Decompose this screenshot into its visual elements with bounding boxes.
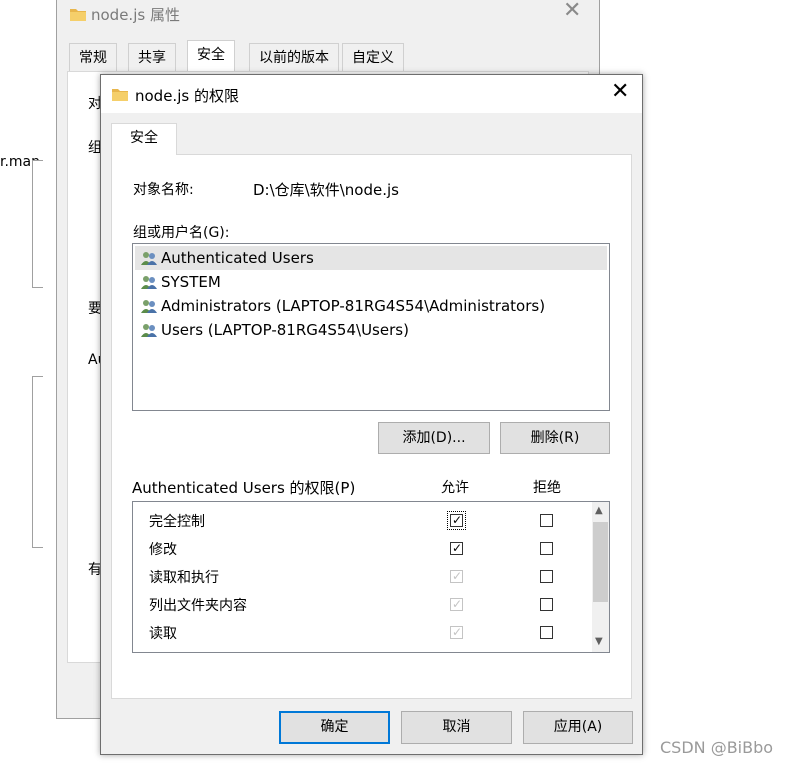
permission-name: 列出文件夹内容 [149, 598, 247, 614]
table-row: 读取 ✓ [133, 618, 589, 646]
permission-name: 读取和执行 [149, 570, 219, 586]
tab-previous-versions[interactable]: 以前的版本 [249, 43, 339, 72]
table-row: 完全控制 ✓ [133, 506, 589, 534]
list-item[interactable]: Authenticated Users [135, 246, 607, 270]
remove-button[interactable]: 删除(R) [500, 422, 610, 454]
list-item-label: SYSTEM [161, 273, 221, 291]
deny-checkbox[interactable] [540, 570, 553, 583]
allow-column-header: 允许 [441, 480, 469, 496]
dialog-title: node.js 的权限 [135, 87, 239, 105]
check-icon: ✓ [452, 541, 463, 555]
check-icon: ✓ [452, 625, 463, 639]
list-item[interactable]: SYSTEM [135, 270, 607, 294]
scrollbar[interactable]: ▲ ▼ [592, 502, 609, 652]
group-label: 组或用户名(G): [133, 225, 230, 241]
deny-checkbox[interactable] [540, 514, 553, 527]
allow-checkbox[interactable]: ✓ [450, 542, 463, 555]
deny-checkbox[interactable] [540, 626, 553, 639]
tab-sharing[interactable]: 共享 [128, 43, 176, 72]
close-icon[interactable]: ✕ [563, 0, 581, 23]
allow-checkbox[interactable]: ✓ [450, 626, 463, 639]
tab-security[interactable]: 安全 [187, 40, 235, 72]
check-icon: ✓ [452, 569, 463, 583]
title-bar[interactable]: node.js 的权限 ✕ [101, 75, 642, 113]
users-list-background [32, 160, 43, 288]
deny-checkbox[interactable] [540, 542, 553, 555]
allow-checkbox[interactable]: ✓ [447, 511, 466, 530]
cancel-button[interactable]: 取消 [401, 711, 512, 744]
apply-button[interactable]: 应用(A) [523, 711, 633, 744]
tab-general[interactable]: 常规 [69, 43, 117, 72]
scroll-down-icon[interactable]: ▼ [595, 636, 603, 647]
user-group-icon [141, 276, 157, 289]
user-group-icon [141, 300, 157, 313]
window-title: node.js 属性 [91, 6, 180, 24]
watermark-text: CSDN @BiBbo [660, 738, 774, 757]
table-row: 修改 ✓ [133, 534, 589, 562]
permission-name: 修改 [149, 542, 177, 558]
permissions-dialog: node.js 的权限 ✕ 安全 对象名称: D:\仓库\软件\node.js … [100, 74, 643, 755]
users-list[interactable]: Authenticated Users SYSTEM Administrators … [132, 243, 610, 411]
object-name-value: D:\仓库\软件\node.js [253, 181, 399, 199]
list-item[interactable]: Administrators (LAPTOP-81RG4S54\Administ… [135, 294, 607, 318]
folder-icon [112, 89, 128, 101]
add-button[interactable]: 添加(D)... [378, 422, 490, 454]
tab-customize[interactable]: 自定义 [342, 43, 404, 72]
close-icon[interactable]: ✕ [611, 79, 629, 104]
scroll-up-icon[interactable]: ▲ [595, 505, 603, 516]
tab-security[interactable]: 安全 [111, 123, 177, 155]
scrollbar-thumb[interactable] [593, 522, 608, 602]
user-group-icon [141, 252, 157, 265]
list-item[interactable]: Users (LAPTOP-81RG4S54\Users) [135, 318, 607, 342]
object-name-label: 对象名称: [133, 182, 194, 198]
check-icon: ✓ [452, 513, 463, 527]
ok-button[interactable]: 确定 [279, 711, 390, 744]
list-item-label: Administrators (LAPTOP-81RG4S54\Administ… [161, 297, 546, 315]
permission-name: 读取 [149, 626, 177, 642]
list-item-label: Authenticated Users [161, 249, 314, 267]
list-item-label: Users (LAPTOP-81RG4S54\Users) [161, 321, 409, 339]
permissions-header: Authenticated Users 的权限(P) [132, 479, 356, 497]
table-row: 列出文件夹内容 ✓ [133, 590, 589, 618]
perm-list-background [32, 376, 43, 548]
permissions-list[interactable]: 完全控制 ✓ 修改 ✓ 读取和执行 ✓ 列出文件夹内容 ✓ 读取 ✓ ▲ ▼ [132, 501, 610, 653]
table-row: 读取和执行 ✓ [133, 562, 589, 590]
allow-checkbox[interactable]: ✓ [450, 598, 463, 611]
deny-checkbox[interactable] [540, 598, 553, 611]
permission-name: 完全控制 [149, 514, 205, 530]
folder-icon [70, 9, 86, 21]
user-group-icon [141, 324, 157, 337]
deny-column-header: 拒绝 [533, 480, 561, 496]
check-icon: ✓ [452, 597, 463, 611]
allow-checkbox[interactable]: ✓ [450, 570, 463, 583]
